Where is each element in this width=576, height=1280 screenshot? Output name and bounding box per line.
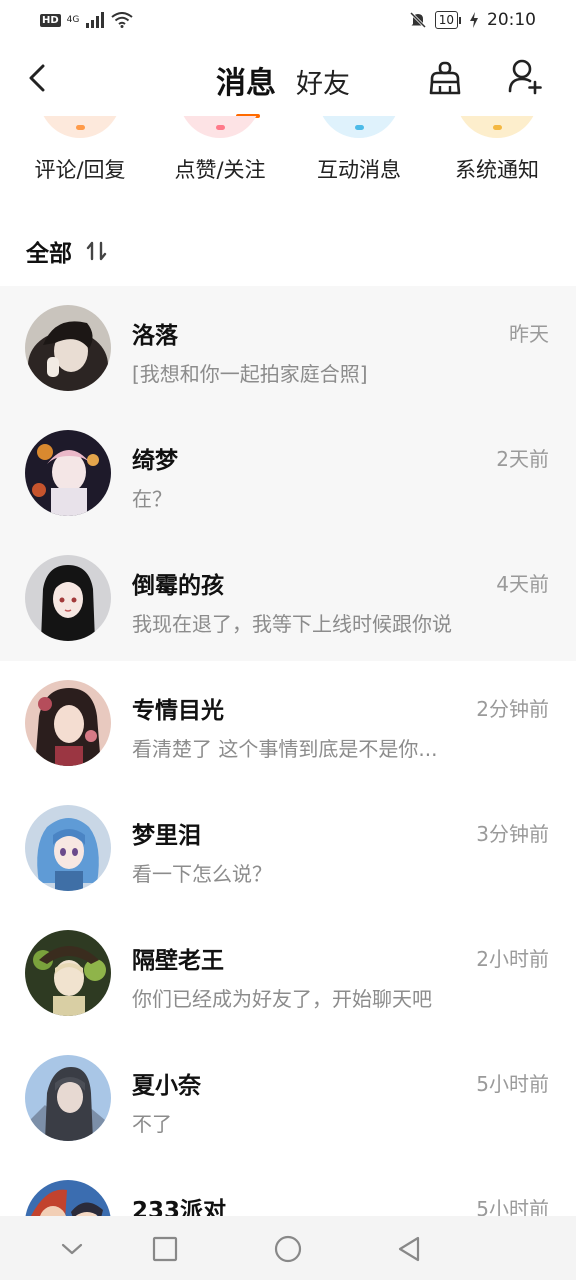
conversation-name: 倒霉的孩 [132,573,224,599]
network-type: 4G [66,14,80,25]
clear-unread-button[interactable] [427,60,463,96]
conversation-preview: 我现在退了，我等下上线时候跟你说 [132,612,452,636]
tab-friends[interactable]: 好友 [296,62,350,102]
conversation-item[interactable]: 绮梦 2天前 在？ [0,411,576,536]
broom-icon [429,61,461,95]
status-bar: HD 4G 10 20:10 [0,0,576,40]
conversation-preview: 不了 [132,1112,172,1136]
tab-bar: 消息 好友 [216,58,350,118]
avatar-image [25,555,111,641]
avatar[interactable] [25,805,111,891]
avatar[interactable] [25,1055,111,1141]
avatar[interactable] [25,305,111,391]
chevron-down-icon [61,1243,83,1255]
add-friend-button[interactable] [507,58,543,96]
tab-messages[interactable]: 消息 [216,58,276,118]
status-left: HD 4G [40,12,133,28]
shortcut-label: 系统通知 [455,158,539,182]
conversation-item[interactable]: 倒霉的孩 4天前 我现在退了，我等下上线时候跟你说 [0,536,576,661]
interaction-icon [318,116,400,138]
back-button[interactable] [22,60,52,96]
avatar[interactable] [25,680,111,766]
tab-messages-label: 消息 [216,66,276,101]
conversation-time: 昨天 [509,322,549,346]
avatar-image [25,930,111,1016]
avatar-image [25,430,111,516]
section-title: 全部 [26,241,72,267]
battery-indicator: 10 [434,11,461,29]
avatar-image [25,1055,111,1141]
shortcut-comments-replies[interactable]: 评论/回复 [11,116,149,206]
clock: 20:10 [487,10,536,30]
conversation-preview: 在？ [132,487,172,511]
tab-friends-label: 好友 [296,69,350,100]
conversation-preview: 看一下怎么说？ [132,862,272,886]
back-icon [29,64,45,92]
avatar-image [25,305,111,391]
conversation-item[interactable]: 专情目光 2分钟前 看清楚了 这个事情到底是不是你... [0,661,576,786]
conversation-time: 5小时前 [476,1197,549,1216]
shortcut-label: 点赞/关注 [174,158,266,182]
conversation-time: 2小时前 [476,947,549,971]
signal-icon [86,12,105,28]
recents-icon [152,1236,178,1262]
conversation-preview: 你们已经成为好友了，开始聊天吧 [132,987,432,1011]
back-triangle-icon [398,1236,420,1262]
shortcut-label: 互动消息 [317,158,401,182]
shortcut-likes-follows[interactable]: 点赞/关注 [151,116,289,206]
conversation-item[interactable]: 夏小奈 5小时前 不了 [0,1036,576,1161]
avatar[interactable] [25,430,111,516]
shortcut-row: 评论/回复 点赞/关注 互动消息 系统通知 [0,116,576,206]
shortcut-system-notices[interactable]: 系统通知 [428,116,566,206]
conversation-name: 夏小奈 [132,1073,201,1099]
wifi-icon [111,12,133,28]
add-friend-icon [508,59,542,95]
hd-badge: HD [40,13,61,27]
home-icon [274,1235,302,1263]
section-header: 全部 [26,234,108,268]
notification-icon [456,116,538,138]
conversation-time: 2天前 [496,447,549,471]
hide-nav-button[interactable] [57,1234,87,1264]
avatar[interactable] [25,930,111,1016]
conversation-name: 233派对 [132,1198,227,1216]
conversation-preview: 看清楚了 这个事情到底是不是你... [132,737,438,761]
conversation-name: 专情目光 [132,698,224,724]
shortcut-interactions[interactable]: 互动消息 [290,116,428,206]
sort-icon[interactable] [86,241,108,261]
home-button[interactable] [273,1234,303,1264]
status-right: 10 20:10 [409,10,536,30]
header: 消息 好友 [0,40,576,118]
conversation-name: 绮梦 [132,448,178,474]
conversation-item[interactable]: 隔壁老王 2小时前 你们已经成为好友了，开始聊天吧 [0,911,576,1036]
system-back-button[interactable] [394,1234,424,1264]
message-list: 洛落 昨天 [我想和你一起拍家庭合照] 绮梦 2天前 在？ 倒霉的孩 4天前 我… [0,286,576,1216]
conversation-item[interactable]: 洛落 昨天 [我想和你一起拍家庭合照] [0,286,576,411]
avatar[interactable] [25,555,111,641]
conversation-preview: [我想和你一起拍家庭合照] [132,362,368,386]
shortcut-label: 评论/回复 [34,158,126,182]
battery-level: 10 [434,11,458,29]
recents-button[interactable] [150,1234,180,1264]
like-icon [179,116,261,138]
battery-tip [459,16,461,24]
system-nav-bar [0,1216,576,1280]
conversation-name: 梦里泪 [132,823,201,849]
avatar-image [25,1180,111,1216]
conversation-name: 隔壁老王 [132,948,224,974]
conversation-item[interactable]: 233派对 5小时前 [0,1161,576,1216]
comment-icon [39,116,121,138]
conversation-time: 3分钟前 [476,822,549,846]
conversation-time: 2分钟前 [476,697,549,721]
conversation-name: 洛落 [132,323,178,349]
charging-icon [470,12,478,28]
avatar-image [25,805,111,891]
avatar[interactable] [25,1180,111,1216]
conversation-item[interactable]: 梦里泪 3分钟前 看一下怎么说？ [0,786,576,911]
mute-bell-icon [409,11,426,29]
conversation-time: 4天前 [496,572,549,596]
avatar-image [25,680,111,766]
conversation-time: 5小时前 [476,1072,549,1096]
